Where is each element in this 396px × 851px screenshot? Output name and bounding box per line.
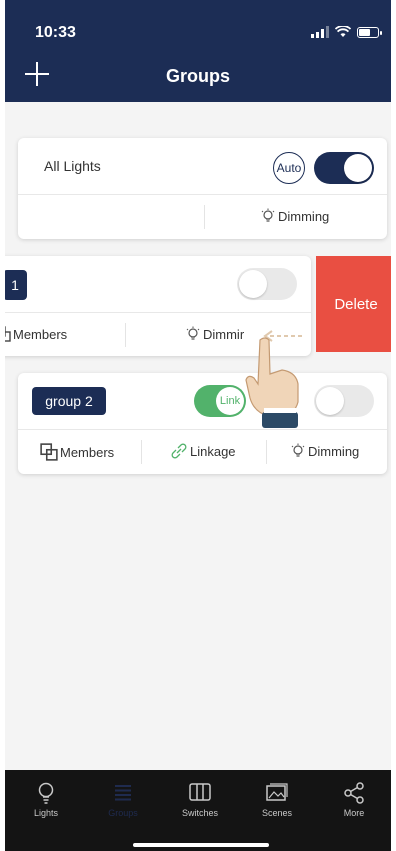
- divider: [125, 323, 126, 347]
- link-toggle[interactable]: Link: [194, 385, 246, 417]
- members-label: Members: [13, 326, 68, 342]
- share-icon: [344, 782, 364, 804]
- tab-groups[interactable]: Groups: [85, 778, 161, 828]
- divider: [204, 205, 205, 229]
- members-button[interactable]: Members: [5, 326, 67, 342]
- group-tag: 1: [5, 270, 27, 300]
- bulb-icon: [186, 326, 200, 340]
- phone-screen: 10:33 Groups All Lights Auto Dimming 1 M…: [5, 0, 391, 851]
- card-actions-row: Members Linkage Dimming: [18, 429, 387, 474]
- picture-icon: [266, 783, 288, 801]
- toggle-knob: [344, 154, 372, 182]
- tab-lights[interactable]: Lights: [8, 778, 84, 828]
- dimming-label: Dimming: [278, 208, 330, 224]
- group-power-toggle[interactable]: [314, 152, 374, 184]
- swipe-hand-icon: [245, 330, 302, 428]
- group-tag: group 2: [32, 387, 106, 415]
- linkage-button[interactable]: Linkage: [170, 443, 236, 459]
- tab-scenes[interactable]: Scenes: [239, 778, 315, 828]
- linkage-label: Linkage: [190, 443, 236, 459]
- tab-label: Lights: [33, 808, 59, 818]
- members-label: Members: [60, 444, 115, 460]
- tab-switches[interactable]: Switches: [162, 778, 238, 828]
- divider: [141, 440, 142, 464]
- dimming-label: Dimmir: [203, 326, 245, 342]
- dimming-button[interactable]: Dimming: [290, 443, 359, 459]
- battery-icon: [357, 26, 382, 38]
- divider: [266, 440, 267, 464]
- members-button[interactable]: Members: [40, 443, 114, 461]
- card-header-row: group 2 Link: [18, 373, 387, 429]
- delete-button[interactable]: Delete: [316, 256, 391, 352]
- tab-bar: Lights Groups Switches Scenes More: [5, 770, 391, 851]
- members-icon: [5, 326, 11, 342]
- bulb-icon: [291, 443, 305, 457]
- toggle-knob: [316, 387, 344, 415]
- toggle-knob: [239, 270, 267, 298]
- tab-label: Switches: [181, 808, 218, 818]
- members-icon: [40, 443, 58, 461]
- dimming-button[interactable]: Dimmir: [185, 326, 244, 342]
- wifi-icon: [335, 26, 351, 37]
- auto-label: Auto: [276, 161, 302, 175]
- group-card-all-lights[interactable]: All Lights Auto Dimming: [18, 138, 387, 239]
- bulb-icon: [261, 208, 275, 222]
- link-icon: [171, 443, 187, 459]
- home-indicator: [133, 843, 269, 847]
- group-power-toggle[interactable]: [314, 385, 374, 417]
- list-icon: [115, 785, 131, 801]
- group-power-toggle[interactable]: [237, 268, 297, 300]
- app-header: 10:33 Groups: [5, 0, 391, 102]
- tab-label: More: [343, 808, 365, 818]
- page-title: Groups: [165, 66, 230, 86]
- link-label: Link: [219, 395, 241, 407]
- switch-icon: [189, 783, 211, 801]
- status-icons: [311, 26, 382, 38]
- tab-more[interactable]: More: [316, 778, 391, 828]
- card-actions-row: Dimming: [18, 194, 387, 239]
- auto-button[interactable]: Auto: [273, 152, 305, 184]
- signal-icon: [311, 26, 329, 38]
- group-name: All Lights: [44, 158, 101, 174]
- card-header-row: All Lights Auto: [18, 138, 387, 194]
- group-card-group-2[interactable]: group 2 Link Members Linkage Dimming: [18, 373, 387, 474]
- dimming-button[interactable]: Dimming: [260, 208, 329, 224]
- tab-label: Groups: [108, 808, 138, 818]
- tab-label: Scenes: [261, 808, 293, 818]
- bulb-icon: [38, 782, 54, 804]
- card-header-row: 1: [5, 256, 311, 312]
- dimming-label: Dimming: [308, 443, 360, 459]
- status-time: 10:33: [35, 24, 76, 41]
